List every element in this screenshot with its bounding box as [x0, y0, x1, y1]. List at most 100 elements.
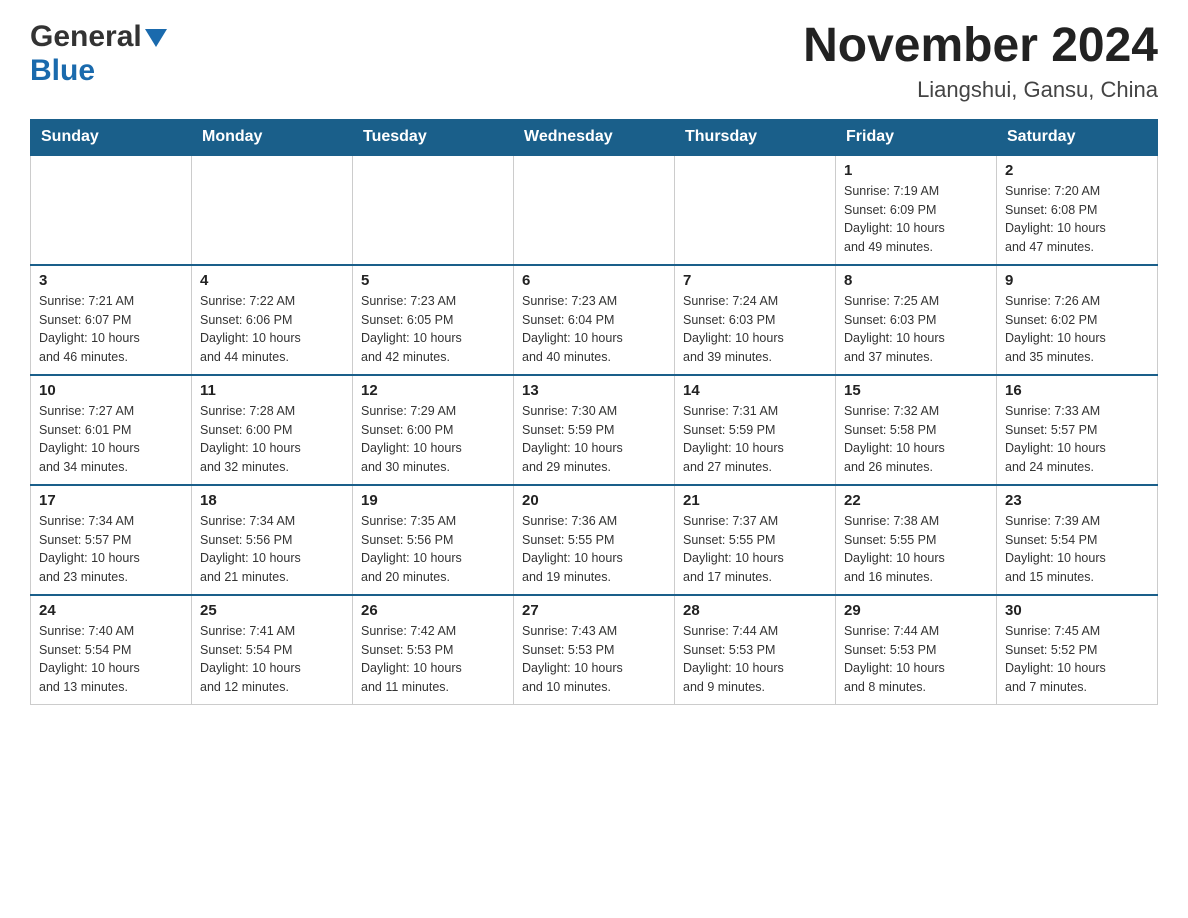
calendar-cell: 21 Sunrise: 7:37 AMSunset: 5:55 PMDayligh… — [675, 485, 836, 595]
calendar-cell — [353, 155, 514, 265]
day-info: Sunrise: 7:26 AMSunset: 6:02 PMDaylight:… — [1005, 292, 1149, 367]
calendar-cell: 28 Sunrise: 7:44 AMSunset: 5:53 PMDayligh… — [675, 595, 836, 705]
calendar-cell: 4 Sunrise: 7:22 AMSunset: 6:06 PMDaylight… — [192, 265, 353, 375]
calendar-cell: 10 Sunrise: 7:27 AMSunset: 6:01 PMDayligh… — [31, 375, 192, 485]
day-info: Sunrise: 7:30 AMSunset: 5:59 PMDaylight:… — [522, 402, 666, 477]
location-subtitle: Liangshui, Gansu, China — [803, 77, 1158, 103]
calendar-week-row: 3 Sunrise: 7:21 AMSunset: 6:07 PMDaylight… — [31, 265, 1158, 375]
day-info: Sunrise: 7:28 AMSunset: 6:00 PMDaylight:… — [200, 402, 344, 477]
day-number: 14 — [683, 382, 827, 399]
month-year-title: November 2024 — [803, 20, 1158, 73]
day-info: Sunrise: 7:33 AMSunset: 5:57 PMDaylight:… — [1005, 402, 1149, 477]
day-number: 28 — [683, 602, 827, 619]
day-number: 2 — [1005, 162, 1149, 179]
calendar-cell: 30 Sunrise: 7:45 AMSunset: 5:52 PMDayligh… — [997, 595, 1158, 705]
day-number: 17 — [39, 492, 183, 509]
day-number: 10 — [39, 382, 183, 399]
calendar-cell: 3 Sunrise: 7:21 AMSunset: 6:07 PMDaylight… — [31, 265, 192, 375]
calendar-table: SundayMondayTuesdayWednesdayThursdayFrid… — [30, 119, 1158, 706]
day-number: 20 — [522, 492, 666, 509]
day-number: 19 — [361, 492, 505, 509]
calendar-week-row: 1Sunrise: 7:19 AMSunset: 6:09 PMDaylight… — [31, 155, 1158, 265]
calendar-cell — [675, 155, 836, 265]
calendar-cell — [514, 155, 675, 265]
day-number: 13 — [522, 382, 666, 399]
day-number: 11 — [200, 382, 344, 399]
day-number: 4 — [200, 272, 344, 289]
title-area: November 2024 Liangshui, Gansu, China — [803, 20, 1158, 103]
day-info: Sunrise: 7:39 AMSunset: 5:54 PMDaylight:… — [1005, 512, 1149, 587]
day-number: 21 — [683, 492, 827, 509]
calendar-cell: 12 Sunrise: 7:29 AMSunset: 6:00 PMDayligh… — [353, 375, 514, 485]
day-info: Sunrise: 7:35 AMSunset: 5:56 PMDaylight:… — [361, 512, 505, 587]
day-number: 25 — [200, 602, 344, 619]
calendar-cell: 2 Sunrise: 7:20 AMSunset: 6:08 PMDaylight… — [997, 155, 1158, 265]
day-info: Sunrise: 7:38 AMSunset: 5:55 PMDaylight:… — [844, 512, 988, 587]
calendar-cell: 8 Sunrise: 7:25 AMSunset: 6:03 PMDaylight… — [836, 265, 997, 375]
logo-triangle-icon — [145, 29, 167, 47]
logo-general: General — [30, 20, 142, 54]
calendar-cell: 1Sunrise: 7:19 AMSunset: 6:09 PMDaylight… — [836, 155, 997, 265]
day-of-week-header: Monday — [192, 119, 353, 155]
day-number: 15 — [844, 382, 988, 399]
calendar-cell: 6Sunrise: 7:23 AMSunset: 6:04 PMDaylight… — [514, 265, 675, 375]
day-info: Sunrise: 7:36 AMSunset: 5:55 PMDaylight:… — [522, 512, 666, 587]
calendar-cell: 27 Sunrise: 7:43 AMSunset: 5:53 PMDayligh… — [514, 595, 675, 705]
day-number: 9 — [1005, 272, 1149, 289]
day-info: Sunrise: 7:25 AMSunset: 6:03 PMDaylight:… — [844, 292, 988, 367]
day-info: Sunrise: 7:34 AMSunset: 5:57 PMDaylight:… — [39, 512, 183, 587]
day-number: 1 — [844, 162, 988, 179]
day-info: Sunrise: 7:41 AMSunset: 5:54 PMDaylight:… — [200, 622, 344, 697]
day-info: Sunrise: 7:21 AMSunset: 6:07 PMDaylight:… — [39, 292, 183, 367]
day-info: Sunrise: 7:24 AMSunset: 6:03 PMDaylight:… — [683, 292, 827, 367]
day-info: Sunrise: 7:44 AMSunset: 5:53 PMDaylight:… — [683, 622, 827, 697]
calendar-cell: 14Sunrise: 7:31 AMSunset: 5:59 PMDayligh… — [675, 375, 836, 485]
day-number: 22 — [844, 492, 988, 509]
day-info: Sunrise: 7:37 AMSunset: 5:55 PMDaylight:… — [683, 512, 827, 587]
day-info: Sunrise: 7:29 AMSunset: 6:00 PMDaylight:… — [361, 402, 505, 477]
calendar-cell: 7 Sunrise: 7:24 AMSunset: 6:03 PMDaylight… — [675, 265, 836, 375]
calendar-cell: 13 Sunrise: 7:30 AMSunset: 5:59 PMDayligh… — [514, 375, 675, 485]
day-info: Sunrise: 7:40 AMSunset: 5:54 PMDaylight:… — [39, 622, 183, 697]
calendar-week-row: 17 Sunrise: 7:34 AMSunset: 5:57 PMDayligh… — [31, 485, 1158, 595]
day-of-week-header: Tuesday — [353, 119, 514, 155]
day-info: Sunrise: 7:32 AMSunset: 5:58 PMDaylight:… — [844, 402, 988, 477]
day-info: Sunrise: 7:44 AMSunset: 5:53 PMDaylight:… — [844, 622, 988, 697]
calendar-cell: 22 Sunrise: 7:38 AMSunset: 5:55 PMDayligh… — [836, 485, 997, 595]
calendar-cell: 26 Sunrise: 7:42 AMSunset: 5:53 PMDayligh… — [353, 595, 514, 705]
day-number: 24 — [39, 602, 183, 619]
calendar-cell: 17 Sunrise: 7:34 AMSunset: 5:57 PMDayligh… — [31, 485, 192, 595]
day-info: Sunrise: 7:42 AMSunset: 5:53 PMDaylight:… — [361, 622, 505, 697]
day-number: 8 — [844, 272, 988, 289]
day-number: 7 — [683, 272, 827, 289]
day-info: Sunrise: 7:22 AMSunset: 6:06 PMDaylight:… — [200, 292, 344, 367]
day-number: 26 — [361, 602, 505, 619]
calendar-cell: 18Sunrise: 7:34 AMSunset: 5:56 PMDayligh… — [192, 485, 353, 595]
calendar-cell — [31, 155, 192, 265]
calendar-week-row: 24 Sunrise: 7:40 AMSunset: 5:54 PMDayligh… — [31, 595, 1158, 705]
day-of-week-header: Sunday — [31, 119, 192, 155]
calendar-cell: 29 Sunrise: 7:44 AMSunset: 5:53 PMDayligh… — [836, 595, 997, 705]
day-number: 27 — [522, 602, 666, 619]
logo: General Blue — [30, 20, 167, 88]
calendar-week-row: 10 Sunrise: 7:27 AMSunset: 6:01 PMDayligh… — [31, 375, 1158, 485]
day-info: Sunrise: 7:20 AMSunset: 6:08 PMDaylight:… — [1005, 182, 1149, 257]
day-info: Sunrise: 7:23 AMSunset: 6:04 PMDaylight:… — [522, 292, 666, 367]
calendar-cell: 9 Sunrise: 7:26 AMSunset: 6:02 PMDaylight… — [997, 265, 1158, 375]
day-number: 3 — [39, 272, 183, 289]
day-info: Sunrise: 7:27 AMSunset: 6:01 PMDaylight:… — [39, 402, 183, 477]
day-number: 12 — [361, 382, 505, 399]
day-info: Sunrise: 7:34 AMSunset: 5:56 PMDaylight:… — [200, 512, 344, 587]
day-of-week-header: Friday — [836, 119, 997, 155]
day-info: Sunrise: 7:43 AMSunset: 5:53 PMDaylight:… — [522, 622, 666, 697]
day-number: 16 — [1005, 382, 1149, 399]
day-info: Sunrise: 7:45 AMSunset: 5:52 PMDaylight:… — [1005, 622, 1149, 697]
calendar-cell — [192, 155, 353, 265]
day-number: 30 — [1005, 602, 1149, 619]
calendar-cell: 16 Sunrise: 7:33 AMSunset: 5:57 PMDayligh… — [997, 375, 1158, 485]
logo-blue: Blue — [30, 54, 95, 87]
day-number: 29 — [844, 602, 988, 619]
day-of-week-header: Saturday — [997, 119, 1158, 155]
day-of-week-header: Thursday — [675, 119, 836, 155]
calendar-cell: 24 Sunrise: 7:40 AMSunset: 5:54 PMDayligh… — [31, 595, 192, 705]
